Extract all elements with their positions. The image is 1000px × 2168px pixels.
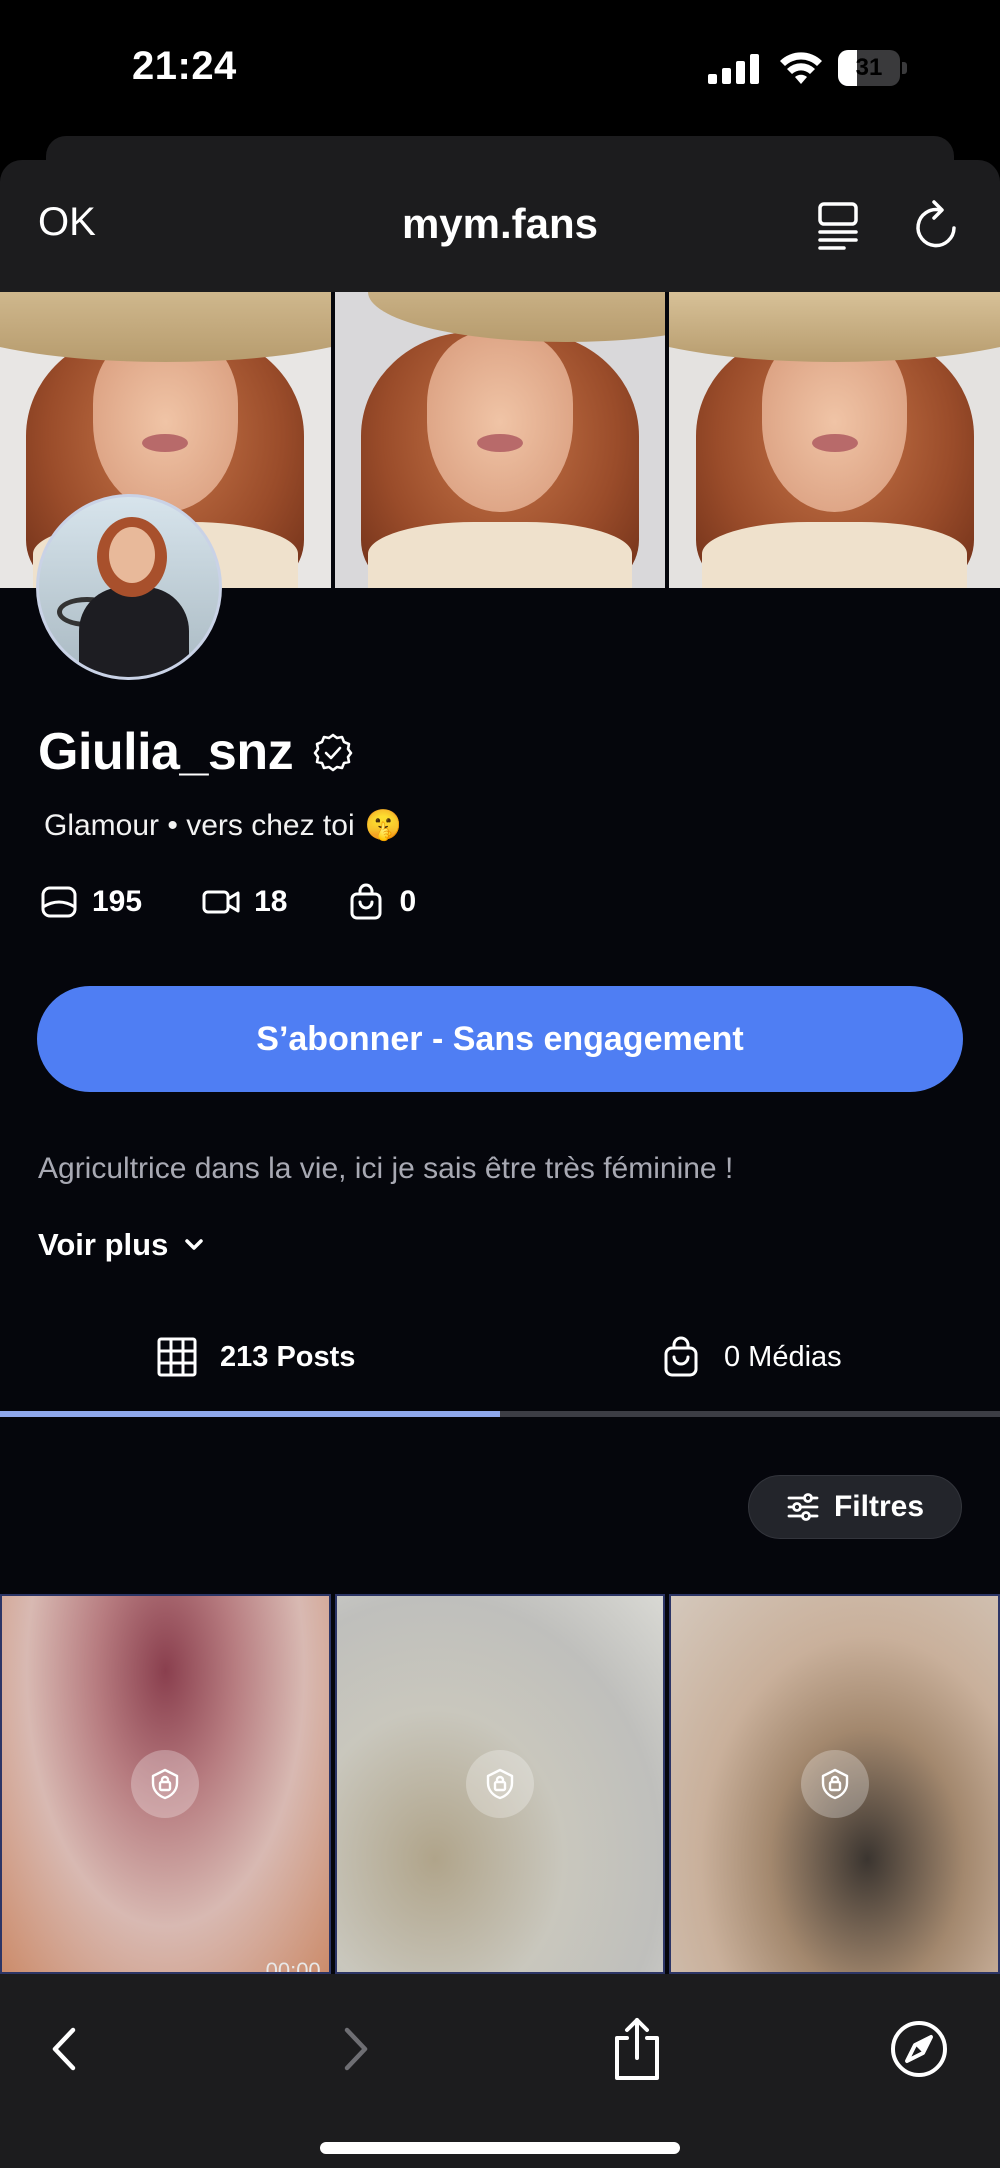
tab-active-indicator [0, 1411, 500, 1417]
status-time: 21:24 [132, 44, 237, 88]
reload-icon[interactable] [910, 198, 962, 252]
shopping-bag-icon [350, 883, 382, 920]
browser-toolbar [0, 1974, 1000, 2168]
subscribe-button[interactable]: S’abonner - Sans engagement [37, 986, 963, 1092]
reader-mode-icon[interactable] [814, 198, 862, 252]
sliders-icon [787, 1493, 819, 1521]
video-duration: 00:00 [265, 1958, 321, 1974]
locked-post[interactable] [669, 1594, 1000, 1974]
compass-icon[interactable] [884, 2014, 954, 2084]
profile-tagline: Glamour • vers chez toi 🤫 [44, 808, 402, 843]
tagline-text: Glamour • vers chez toi [44, 808, 355, 842]
back-icon[interactable] [30, 2014, 100, 2084]
tab-posts[interactable]: 213 Posts [156, 1302, 355, 1412]
bio-fade [0, 1192, 1000, 1214]
avatar[interactable] [36, 494, 222, 680]
cover-photo [334, 292, 666, 588]
battery-level: 31 [855, 54, 883, 81]
tab-medias-label: 0 Médias [724, 1340, 842, 1373]
posts-stat: 195 [40, 883, 142, 921]
username: Giulia_snz [38, 723, 294, 781]
share-icon[interactable] [602, 2014, 672, 2084]
photo-icon [41, 886, 77, 918]
lock-badge [131, 1750, 200, 1818]
chevron-down-icon [185, 1239, 204, 1250]
shopping-bag-icon [664, 1336, 698, 1377]
videos-count: 18 [254, 885, 288, 918]
posts-grid: 00:00 [0, 1594, 1000, 1974]
posts-count: 195 [92, 885, 143, 918]
lock-icon [486, 1768, 514, 1800]
lock-icon [152, 1768, 179, 1800]
filters-button[interactable]: Filtres [748, 1475, 962, 1539]
shush-emoji: 🤫 [364, 809, 402, 842]
wifi-icon [778, 50, 824, 86]
tab-posts-label: 213 Posts [220, 1340, 356, 1373]
username-row: Giulia_snz [38, 722, 353, 782]
see-more-label: Voir plus [38, 1227, 169, 1262]
verified-icon [313, 733, 353, 772]
profile-stats: 195 18 0 [40, 882, 476, 922]
lock-icon [821, 1768, 848, 1800]
done-button[interactable]: OK [38, 200, 96, 245]
signal-icon [708, 54, 760, 84]
grid-icon [157, 1337, 197, 1377]
profile-page: Giulia_snz Glamour • vers chez toi 🤫 195… [0, 292, 1000, 1974]
battery-icon: 31 [838, 50, 908, 86]
browser-header: OK mym.fans [0, 160, 1000, 292]
content-tabs: 213 Posts 0 Médias [0, 1302, 1000, 1422]
products-count: 0 [399, 885, 417, 918]
cover-photo [669, 292, 1000, 588]
see-more-link[interactable]: Voir plus [38, 1227, 208, 1263]
forward-icon[interactable] [320, 2014, 390, 2084]
lock-badge [466, 1750, 534, 1818]
videos-stat: 18 [202, 883, 287, 921]
video-icon [202, 890, 240, 914]
tab-medias[interactable]: 0 Médias [660, 1302, 842, 1412]
lock-badge [800, 1750, 869, 1818]
products-stat: 0 [347, 883, 416, 921]
locked-post[interactable] [334, 1594, 666, 1974]
locked-post[interactable]: 00:00 [0, 1594, 331, 1974]
filters-label: Filtres [833, 1490, 925, 1523]
profile-bio: Agricultrice dans la vie, ici je sais êt… [38, 1152, 734, 1185]
home-indicator [320, 2142, 680, 2154]
status-bar: 21:24 31 [0, 0, 1000, 140]
